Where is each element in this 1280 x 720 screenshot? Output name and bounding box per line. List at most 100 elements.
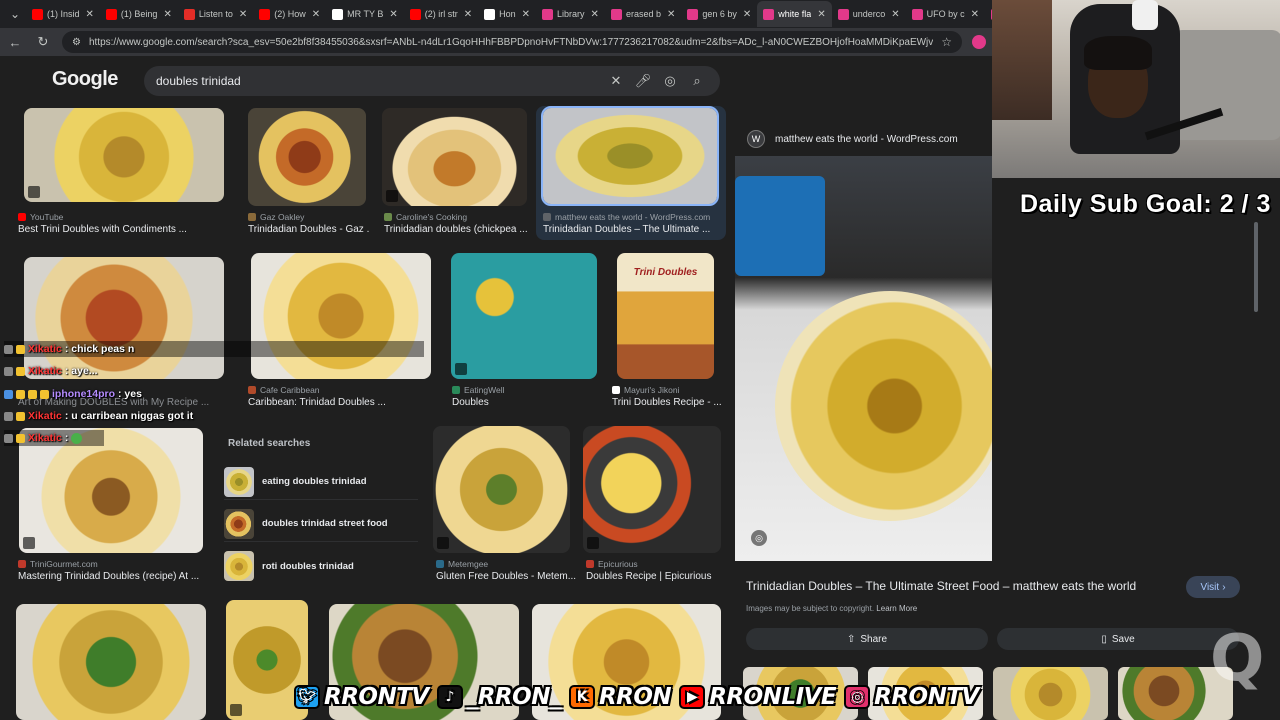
lens-search-icon[interactable]: ◎: [751, 530, 767, 546]
tab-favicon-icon: [542, 8, 554, 20]
browser-tab[interactable]: Listen to ✕: [178, 1, 253, 27]
tab-favicon-icon: [837, 8, 849, 20]
tab-close-icon[interactable]: ✕: [86, 9, 94, 20]
browser-tab[interactable]: UFO by c ✕: [906, 1, 985, 27]
result-caption[interactable]: Trinidadian doubles (chickpea ...: [384, 224, 529, 235]
twitter-icon: 🐦︎: [294, 685, 320, 709]
browser-tab[interactable]: (1) Insid ✕: [26, 1, 100, 27]
result-thumbnail[interactable]: [19, 428, 203, 553]
tab-close-icon[interactable]: ✕: [971, 9, 979, 20]
reload-icon[interactable]: ↻: [34, 33, 52, 51]
tab-close-icon[interactable]: ✕: [522, 9, 530, 20]
tab-close-icon[interactable]: ✕: [891, 9, 899, 20]
lens-icon[interactable]: ◎: [659, 70, 681, 92]
result-caption[interactable]: Trinidadian Doubles - Gaz ...: [248, 224, 370, 235]
result-source[interactable]: Cafe Caribbean: [248, 385, 320, 395]
result-thumbnail[interactable]: [382, 108, 527, 206]
scrollbar-thumb[interactable]: [1254, 222, 1258, 312]
profile-icon[interactable]: [972, 35, 986, 49]
preview-image[interactable]: [735, 156, 992, 561]
result-thumbnail[interactable]: [248, 108, 366, 206]
result-caption[interactable]: Art of Making DOUBLES with My Recipe ...: [18, 397, 218, 408]
tab-close-icon[interactable]: ✕: [743, 9, 751, 20]
social-tiktok: ♪ _RRON_: [436, 684, 561, 710]
tab-close-icon[interactable]: ✕: [591, 9, 599, 20]
result-caption[interactable]: Trinidadian Doubles – The Ultimate ...: [543, 224, 713, 235]
result-caption[interactable]: Doubles Recipe | Epicurious: [586, 571, 726, 582]
result-thumbnail[interactable]: [451, 253, 597, 379]
search-icon[interactable]: ⌕: [686, 70, 708, 92]
search-box[interactable]: doubles trinidad ✕ 🎤︎ ◎ ⌕: [144, 66, 720, 96]
related-image[interactable]: [993, 667, 1108, 720]
address-bar[interactable]: ⚙ https://www.google.com/search?sca_esv=…: [62, 31, 962, 53]
result-thumbnail[interactable]: [433, 426, 570, 553]
learn-more-link[interactable]: Learn More: [876, 604, 917, 613]
related-search-item[interactable]: roti doubles trinidad: [224, 548, 418, 584]
video-icon: [28, 186, 40, 198]
result-caption[interactable]: Doubles: [452, 397, 592, 408]
tab-close-icon[interactable]: ✕: [464, 9, 472, 20]
tab-close-icon[interactable]: ✕: [163, 9, 171, 20]
clear-icon[interactable]: ✕: [605, 70, 627, 92]
result-thumbnail[interactable]: Trini Doubles: [617, 253, 714, 379]
browser-tab[interactable]: Library ✕: [536, 1, 605, 27]
result-source[interactable]: Caroline's Cooking: [384, 212, 467, 222]
result-thumbnail[interactable]: [24, 257, 224, 379]
result-source[interactable]: EatingWell: [452, 385, 504, 395]
result-caption[interactable]: Trini Doubles Recipe - ...: [612, 397, 722, 408]
browser-tab[interactable]: white fla ✕: [757, 1, 832, 27]
tab-title: (2) How: [274, 9, 306, 19]
browser-tab[interactable]: Hon ✕: [478, 1, 536, 27]
result-caption[interactable]: Mastering Trinidad Doubles (recipe) At .…: [18, 571, 218, 582]
browser-tab[interactable]: gen 6 by ✕: [681, 1, 757, 27]
preview-title[interactable]: Trinidadian Doubles – The Ultimate Stree…: [746, 579, 1136, 593]
save-button[interactable]: ▯ Save: [997, 628, 1239, 650]
tab-search-icon[interactable]: ⌄: [4, 3, 26, 25]
browser-tab[interactable]: (2) How ✕: [253, 1, 326, 27]
result-caption[interactable]: Caribbean: Trinidad Doubles ...: [248, 397, 428, 408]
bookmark-star-icon[interactable]: ☆: [941, 35, 952, 49]
streamer-webcam: [992, 0, 1280, 178]
recipe-icon: [437, 537, 449, 549]
result-thumbnail[interactable]: [583, 426, 721, 553]
source-favicon-icon: [586, 560, 594, 568]
result-thumbnail[interactable]: [541, 106, 719, 206]
tab-close-icon[interactable]: ✕: [312, 9, 320, 20]
browser-tab[interactable]: (1) Being ✕: [100, 1, 178, 27]
social-kick: K RRON: [568, 684, 672, 710]
result-source[interactable]: Epicurious: [586, 559, 638, 569]
youtube-icon: ▶: [679, 685, 706, 709]
share-button[interactable]: ⇧ Share: [746, 628, 988, 650]
result-thumbnail[interactable]: [16, 604, 206, 720]
back-icon[interactable]: ←: [6, 33, 24, 51]
result-caption[interactable]: Gluten Free Doubles - Metem...: [436, 571, 576, 582]
result-source[interactable]: Mayuri's Jikoni: [612, 385, 679, 395]
preview-source[interactable]: W matthew eats the world - WordPress.com: [747, 130, 958, 148]
result-source[interactable]: Metemgee: [436, 559, 488, 569]
tab-close-icon[interactable]: ✕: [389, 9, 397, 20]
related-search-label: roti doubles trinidad: [262, 560, 354, 572]
result-source[interactable]: matthew eats the world - WordPress.com: [543, 212, 710, 222]
browser-tab[interactable]: (2) irl str ✕: [404, 1, 478, 27]
result-source[interactable]: Gaz Oakley: [248, 212, 304, 222]
recipe-icon: [386, 190, 398, 202]
browser-tab[interactable]: MR TY B ✕: [326, 1, 404, 27]
voice-search-icon[interactable]: 🎤︎: [632, 70, 654, 92]
visit-button[interactable]: Visit ›: [1186, 576, 1240, 598]
tab-close-icon[interactable]: ✕: [239, 9, 247, 20]
result-caption[interactable]: Best Trini Doubles with Condiments ...: [18, 224, 218, 235]
result-thumbnail[interactable]: [24, 108, 224, 202]
browser-tab[interactable]: underco ✕: [832, 1, 906, 27]
browser-tab[interactable]: erased b ✕: [605, 1, 681, 27]
tab-close-icon[interactable]: ✕: [817, 9, 825, 20]
search-input[interactable]: doubles trinidad: [156, 74, 600, 88]
google-logo[interactable]: Google: [52, 68, 118, 91]
related-search-item[interactable]: doubles trinidad street food: [224, 506, 418, 542]
result-thumbnail[interactable]: [251, 253, 431, 379]
site-info-icon[interactable]: ⚙: [72, 37, 81, 48]
result-source[interactable]: YouTube: [18, 212, 63, 222]
chevron-right-icon: ›: [1222, 581, 1226, 593]
related-search-item[interactable]: eating doubles trinidad: [224, 464, 418, 500]
result-source[interactable]: TriniGourmet.com: [18, 559, 98, 569]
tab-close-icon[interactable]: ✕: [667, 9, 675, 20]
